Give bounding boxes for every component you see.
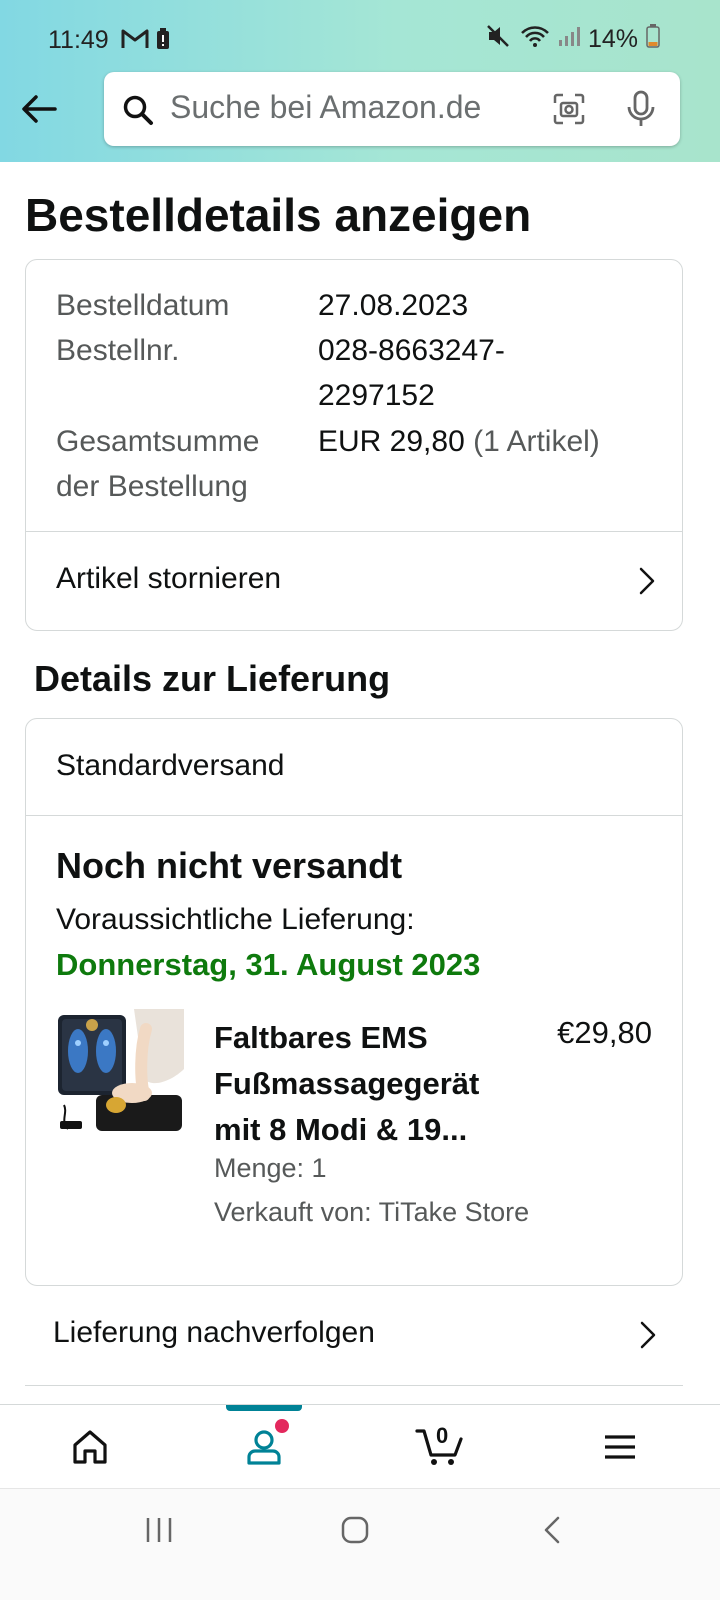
- notification-dot: [275, 1419, 289, 1433]
- camera-scan-icon[interactable]: [552, 92, 586, 131]
- gmail-icon: [121, 28, 149, 55]
- order-number-value: 028-8663247- 2297152: [318, 334, 505, 412]
- account-icon: [247, 1430, 281, 1465]
- app-header: 11:49 14% Suche bei Amazon.de: [0, 0, 720, 162]
- track-package-link[interactable]: Lieferung nachverfolgen: [25, 1286, 683, 1386]
- delivery-card: Standardversand Noch nicht versandt Vora…: [25, 718, 683, 1286]
- status-time: 11:49: [48, 26, 109, 54]
- order-total-label: Gesamtsumme der Bestellung: [56, 425, 260, 503]
- shipping-type: Standardversand: [56, 749, 285, 782]
- page-title: Bestelldetails anzeigen: [25, 189, 532, 241]
- nav-home[interactable]: [0, 1405, 180, 1489]
- back-arrow-icon: [22, 95, 57, 123]
- wifi-icon: [520, 24, 550, 55]
- cancel-items-label: Artikel stornieren: [56, 562, 282, 595]
- recent-apps-icon: [146, 1518, 172, 1542]
- menu-icon: [605, 1435, 635, 1459]
- chevron-right-icon: [638, 566, 656, 601]
- microphone-icon[interactable]: [626, 90, 656, 133]
- eta-date: Donnerstag, 31. August 2023: [56, 947, 481, 982]
- nav-menu[interactable]: [530, 1405, 710, 1489]
- order-date-label: Bestelldatum: [56, 289, 230, 322]
- home-system-button[interactable]: [340, 1515, 370, 1550]
- product-quantity: Menge: 1: [214, 1153, 327, 1183]
- product-image[interactable]: [56, 1009, 184, 1139]
- order-summary-card: Bestelldatum 27.08.2023 Bestellnr. 028-8…: [25, 259, 683, 631]
- order-number-label: Bestellnr.: [56, 334, 180, 367]
- search-input[interactable]: Suche bei Amazon.de: [170, 89, 481, 126]
- cancel-items-link[interactable]: Artikel stornieren: [26, 532, 682, 630]
- product-price: €29,80: [557, 1015, 652, 1050]
- back-button[interactable]: [18, 88, 60, 130]
- home-icon: [73, 1430, 107, 1464]
- recent-apps-button[interactable]: [144, 1515, 174, 1550]
- mute-icon: [486, 24, 512, 55]
- battery-text: 14%: [587, 25, 638, 53]
- nav-account[interactable]: [174, 1405, 354, 1489]
- bottom-app-nav: 0: [0, 1404, 720, 1488]
- order-total-value: EUR 29,80 (1 Artikel): [318, 425, 600, 458]
- search-bar[interactable]: Suche bei Amazon.de: [104, 72, 680, 146]
- track-package-label: Lieferung nachverfolgen: [53, 1316, 375, 1349]
- delivery-section-title: Details zur Lieferung: [34, 658, 391, 699]
- shipment-status: Noch nicht versandt: [56, 845, 403, 886]
- divider: [26, 815, 682, 816]
- eta-label: Voraussichtliche Lieferung:: [56, 903, 415, 936]
- status-bar: 11:49 14%: [0, 0, 720, 58]
- notification-icon: [156, 28, 170, 55]
- order-date-value: 27.08.2023: [318, 289, 469, 322]
- back-chevron-icon: [544, 1516, 560, 1544]
- cart-count: 0: [436, 1423, 449, 1448]
- search-icon: [122, 94, 154, 131]
- home-circle-icon: [341, 1516, 369, 1544]
- signal-icon: [558, 25, 580, 54]
- chevron-right-icon: [639, 1320, 657, 1355]
- battery-icon: [646, 24, 660, 55]
- product-title[interactable]: Faltbares EMS Fußmassagegerät mit 8 Modi…: [214, 1015, 514, 1153]
- system-nav-bar: [0, 1488, 720, 1600]
- product-seller: Verkauft von: TiTake Store: [214, 1197, 530, 1227]
- back-system-button[interactable]: [540, 1515, 564, 1550]
